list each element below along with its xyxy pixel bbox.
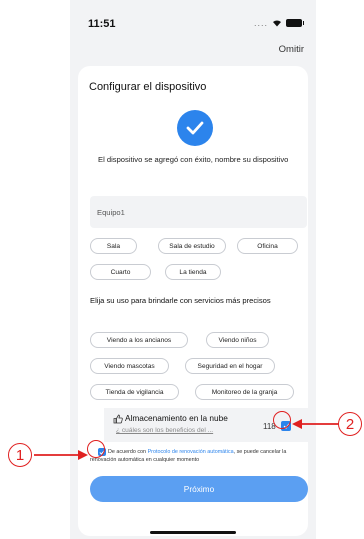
page-title: Configurar el dispositivo [89,81,207,93]
usage-chip-ninos[interactable]: Viendo niños [206,332,269,348]
usage-title: Elija su uso para brindarle con servicio… [90,296,271,305]
room-chip-estudio[interactable]: Sala de estudio [158,238,226,254]
agreement-text: De acuerdo con Protocolo de renovación a… [90,448,300,464]
room-chip-tienda[interactable]: La tienda [165,264,221,280]
annotation-ring-two [273,411,291,429]
room-chip-sala[interactable]: Sala [90,238,137,254]
skip-button[interactable]: Omitir [279,44,304,55]
agreement-prefix: De acuerdo con [108,449,147,455]
renewal-protocol-link[interactable]: Protocolo de renovación automática [148,449,234,455]
device-name-input[interactable] [90,196,307,228]
usage-chip-tienda-vigilancia[interactable]: Tienda de vigilancia [90,384,179,400]
success-check-icon [177,110,213,146]
status-icons: .... [253,18,304,28]
usage-chip-ancianos[interactable]: Viendo a los ancianos [90,332,188,348]
phone-screen: 11:51 .... Omitir Configurar el disposit… [70,0,316,539]
status-bar: 11:51 .... [70,0,316,36]
thumbs-up-icon [113,414,123,424]
home-indicator [150,531,236,534]
room-chip-cuarto[interactable]: Cuarto [90,264,151,280]
usage-chip-granja[interactable]: Monitoreo de la granja [195,384,294,400]
usage-chip-mascotas[interactable]: Viendo mascotas [90,358,169,374]
cloud-benefits-link[interactable]: ¿ cuáles son los beneficios del ... [116,427,213,434]
usage-chip-seguridad[interactable]: Seguridad en el hogar [185,358,275,374]
next-button[interactable]: Próximo [90,476,308,502]
wifi-icon [273,20,281,27]
success-message: El dispositivo se agregó con éxito, nomb… [98,155,289,164]
room-chip-oficina[interactable]: Oficina [237,238,298,254]
annotation-ring-one [87,440,105,458]
battery-icon [286,19,304,27]
status-time: 11:51 [88,18,116,30]
signal-icon: .... [253,18,268,28]
annotation-marker-two: 2 [338,412,362,436]
setup-card: Configurar el dispositivo El dispositivo… [78,66,308,536]
cloud-storage-title: Almacenamiento en la nube [125,413,228,423]
annotation-marker-one: 1 [8,443,32,467]
